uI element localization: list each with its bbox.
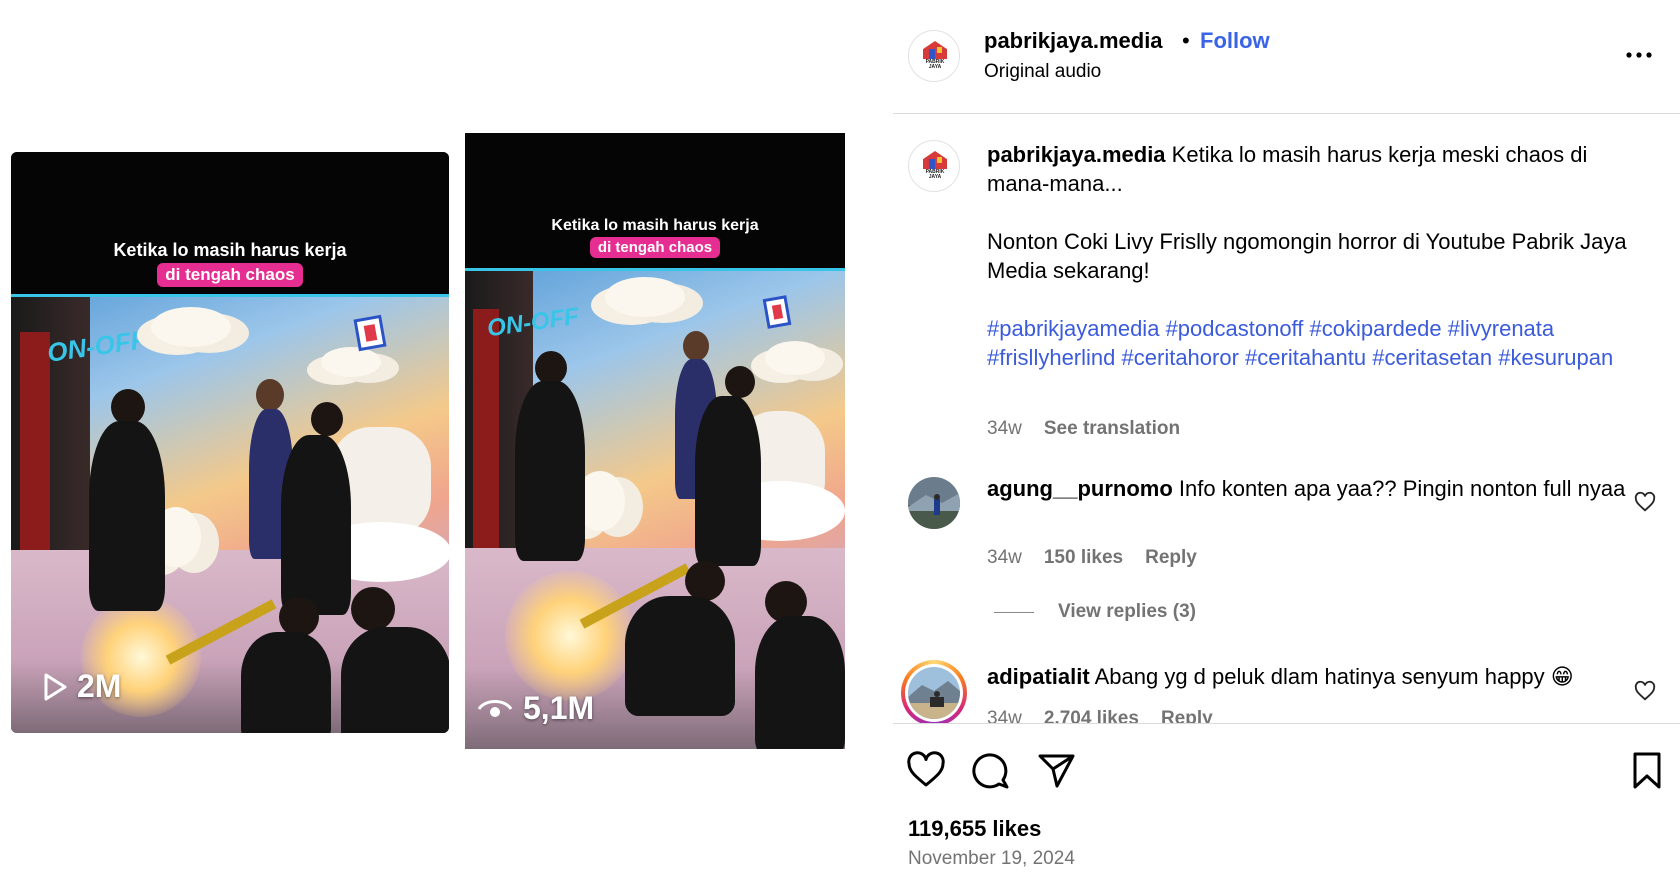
- header-username[interactable]: pabrikjaya.media: [984, 28, 1163, 54]
- hashtag-link[interactable]: #livyrenata: [1448, 316, 1554, 341]
- comment-text: adipatialit Abang yg d peluk dlam hatiny…: [987, 662, 1627, 691]
- avatar: [908, 667, 960, 719]
- eye-icon: [477, 699, 513, 717]
- play-icon: [44, 673, 67, 700]
- comment-time: 34w: [987, 708, 1022, 723]
- hashtag-link[interactable]: #ceritahoror: [1122, 345, 1239, 370]
- caption-username[interactable]: pabrikjaya.media: [987, 142, 1166, 167]
- audio-subtitle[interactable]: Original audio: [984, 61, 1101, 83]
- reel-thumbnail-1[interactable]: Ketika lo masih harus kerja di tengah ch…: [11, 152, 449, 733]
- avatar[interactable]: PABRIK JAYA: [908, 140, 960, 192]
- follow-button[interactable]: Follow: [1200, 28, 1270, 54]
- comment-time: 34w: [987, 547, 1022, 568]
- hashtag-link[interactable]: #podcastonoff: [1166, 316, 1304, 341]
- comment-body: Abang yg d peluk dlam hatinya senyum hap…: [1094, 664, 1574, 689]
- comment-text: agung__purnomo Info konten apa yaa?? Pin…: [987, 474, 1627, 503]
- comment-meta: 34w 2,704 likes Reply: [987, 708, 1213, 723]
- reply-button[interactable]: Reply: [1161, 708, 1213, 723]
- post-actions: 119,655 likes November 19, 2024: [893, 723, 1680, 881]
- like-comment-heart-icon[interactable]: [1634, 680, 1656, 702]
- comment-likes[interactable]: 150 likes: [1044, 547, 1123, 569]
- studio-scene-image: ON-OFF: [465, 271, 845, 749]
- flag-icon: [762, 295, 792, 329]
- comment-likes[interactable]: 2,704 likes: [1044, 708, 1139, 723]
- reel-thumbnail-2[interactable]: Ketika lo masih harus kerja di tengah ch…: [465, 133, 845, 749]
- comment-body: Info konten apa yaa?? Pingin nonton full…: [1178, 476, 1626, 501]
- reel-caption-pill: di tengah chaos: [465, 237, 845, 258]
- like-heart-icon[interactable]: [906, 750, 946, 790]
- reel-caption-top: Ketika lo masih harus kerja: [551, 217, 759, 234]
- see-translation-link[interactable]: See translation: [1044, 418, 1180, 440]
- avatar[interactable]: PABRIK JAYA: [908, 30, 960, 82]
- caption-line-2: Nonton Coki Livy Frislly ngomongin horro…: [987, 229, 1627, 283]
- user-photo-icon: [908, 667, 960, 719]
- view-count: 5,1M: [477, 690, 594, 727]
- post-panel: PABRIK JAYA pabrikjaya.media • Follow Or…: [893, 0, 1680, 881]
- hashtag-link[interactable]: #frisllyherlind: [987, 345, 1115, 370]
- hashtag-link[interactable]: #pabrikjayamedia: [987, 316, 1159, 341]
- save-bookmark-icon[interactable]: [1627, 750, 1667, 790]
- story-ring[interactable]: [901, 660, 967, 723]
- view-count-value: 5,1M: [523, 690, 595, 726]
- view-replies-button[interactable]: View replies (3): [994, 601, 1196, 623]
- more-options-button[interactable]: [1624, 40, 1654, 70]
- reply-button[interactable]: Reply: [1145, 547, 1197, 569]
- separator-dot: •: [1182, 28, 1190, 53]
- likes-count[interactable]: 119,655 likes: [908, 816, 1041, 842]
- user-photo-icon: [908, 477, 960, 529]
- hashtag-link[interactable]: #kesurupan: [1498, 345, 1613, 370]
- reel-caption-top: Ketika lo masih harus kerja: [113, 240, 347, 260]
- comments-scroll-area[interactable]: PABRIK JAYA pabrikjaya.media Ketika lo m…: [893, 115, 1680, 723]
- comment-username[interactable]: adipatialit: [987, 664, 1090, 689]
- reel-caption-pill: di tengah chaos: [11, 263, 449, 287]
- avatar[interactable]: [908, 477, 960, 529]
- caption-meta: 34w See translation: [987, 418, 1180, 440]
- share-send-icon[interactable]: [1036, 750, 1076, 790]
- hashtag-link[interactable]: #ceritasetan: [1372, 345, 1492, 370]
- hashtag-link[interactable]: #cokipardede: [1310, 316, 1442, 341]
- hashtag-list: #pabrikjayamedia #podcastonoff #cokipard…: [987, 314, 1627, 372]
- media-panel: Ketika lo masih harus kerja di tengah ch…: [0, 0, 893, 881]
- caption-text: pabrikjaya.media Ketika lo masih harus k…: [987, 140, 1627, 372]
- brand-logo-icon: PABRIK JAYA: [923, 41, 947, 71]
- caption-time: 34w: [987, 418, 1022, 439]
- more-horizontal-icon: [1626, 52, 1652, 58]
- comment-username[interactable]: agung__purnomo: [987, 476, 1173, 501]
- flag-icon: [353, 314, 387, 352]
- hashtag-link[interactable]: #ceritahantu: [1245, 345, 1366, 370]
- brand-logo-icon: PABRIK JAYA: [923, 151, 947, 181]
- post-header: PABRIK JAYA pabrikjaya.media • Follow Or…: [893, 0, 1680, 114]
- like-comment-heart-icon[interactable]: [1634, 491, 1656, 513]
- post-date: November 19, 2024: [908, 848, 1075, 869]
- view-replies-label: View replies (3): [1058, 601, 1196, 622]
- play-count: 2M: [43, 668, 121, 705]
- comment-meta: 34w 150 likes Reply: [987, 547, 1197, 569]
- comment-bubble-icon[interactable]: [971, 750, 1011, 790]
- play-count-value: 2M: [77, 668, 122, 704]
